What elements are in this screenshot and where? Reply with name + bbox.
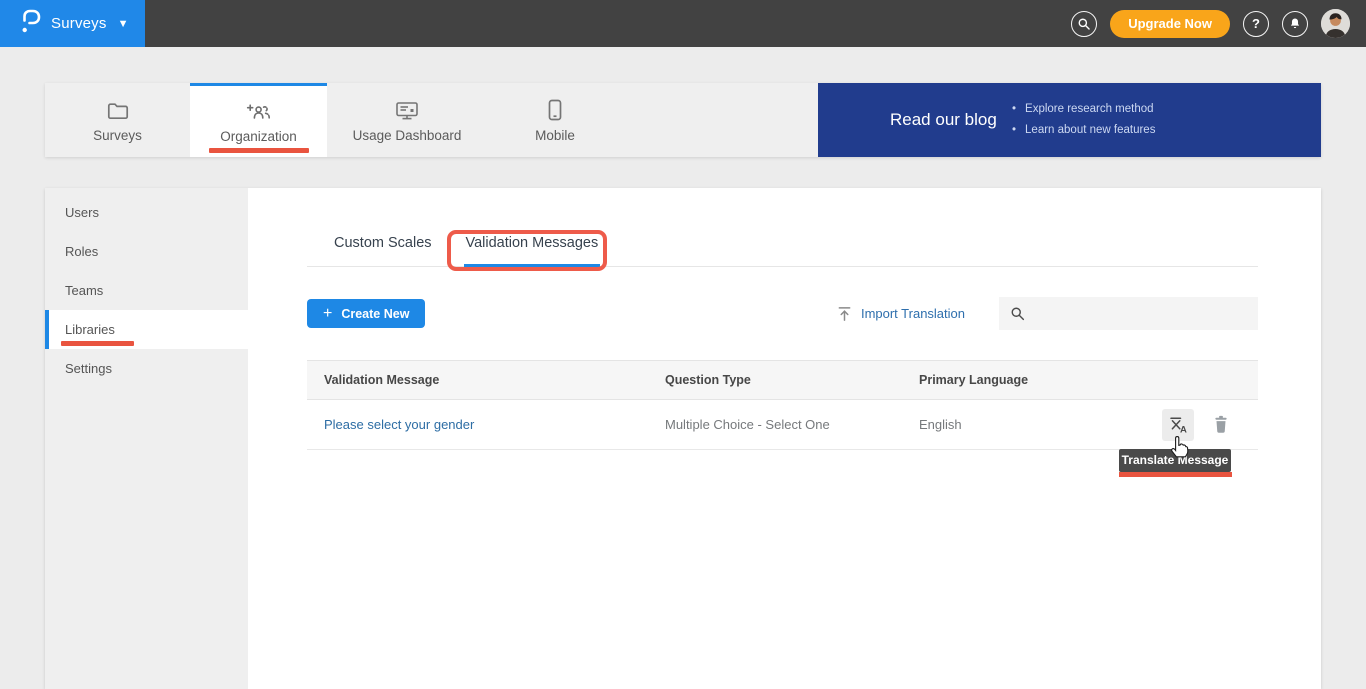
user-avatar[interactable] bbox=[1321, 9, 1350, 38]
import-translation-link[interactable]: Import Translation bbox=[837, 306, 965, 322]
sidebar-item-settings[interactable]: Settings bbox=[45, 349, 248, 388]
table-row: Please select your gender Multiple Choic… bbox=[307, 400, 1258, 450]
annotation-underline-tooltip bbox=[1119, 472, 1232, 477]
banner-bullet: Learn about new features bbox=[1012, 120, 1155, 141]
table-search[interactable] bbox=[999, 297, 1258, 330]
translate-icon: A bbox=[1168, 414, 1189, 435]
questionpro-logo-icon bbox=[20, 8, 42, 40]
import-translation-label: Import Translation bbox=[861, 306, 965, 321]
table-header-row: Validation Message Question Type Primary… bbox=[307, 360, 1258, 400]
nav-tab-mobile[interactable]: Mobile bbox=[487, 83, 623, 157]
tab-validation-messages[interactable]: Validation Messages bbox=[464, 232, 601, 267]
library-tabs: Custom Scales Validation Messages bbox=[307, 232, 1258, 267]
banner-title: Read our blog bbox=[890, 109, 1000, 131]
validation-message-link[interactable]: Please select your gender bbox=[324, 417, 474, 432]
upload-icon bbox=[837, 306, 852, 322]
trash-icon bbox=[1212, 414, 1230, 435]
sidebar-item-label: Libraries bbox=[65, 322, 115, 337]
validation-messages-table: Validation Message Question Type Primary… bbox=[307, 360, 1258, 450]
top-bar: Surveys ▼ Upgrade Now ? bbox=[0, 0, 1366, 47]
mobile-icon bbox=[547, 99, 563, 121]
annotation-underline-libraries bbox=[61, 341, 134, 346]
nav-tab-label: Surveys bbox=[93, 128, 142, 143]
upgrade-now-button[interactable]: Upgrade Now bbox=[1110, 10, 1230, 38]
nav-tab-label: Mobile bbox=[535, 128, 575, 143]
banner-bullet-list: Explore research method Learn about new … bbox=[1012, 99, 1155, 141]
sidebar-item-libraries[interactable]: Libraries bbox=[45, 310, 248, 349]
search-icon bbox=[1077, 17, 1091, 31]
product-switcher[interactable]: Surveys ▼ bbox=[0, 0, 145, 47]
nav-tab-organization[interactable]: Organization bbox=[190, 83, 327, 157]
main-panel: Users Roles Teams Libraries Settings Cus… bbox=[45, 188, 1321, 689]
column-header-validation-message: Validation Message bbox=[307, 373, 665, 387]
settings-sidebar: Users Roles Teams Libraries Settings bbox=[45, 188, 248, 689]
topbar-actions: Upgrade Now ? bbox=[1071, 0, 1366, 47]
blog-promo-banner[interactable]: Read our blog Explore research method Le… bbox=[818, 83, 1321, 157]
sidebar-item-label: Settings bbox=[65, 361, 112, 376]
search-button[interactable] bbox=[1071, 11, 1097, 37]
sidebar-item-label: Roles bbox=[65, 244, 98, 259]
sidebar-item-teams[interactable]: Teams bbox=[45, 271, 248, 310]
dashboard-icon bbox=[394, 99, 420, 121]
question-mark-icon: ? bbox=[1252, 16, 1260, 31]
column-header-question-type: Question Type bbox=[665, 373, 919, 387]
search-icon bbox=[1010, 306, 1025, 321]
sidebar-item-label: Teams bbox=[65, 283, 103, 298]
question-type-cell: Multiple Choice - Select One bbox=[665, 417, 919, 432]
module-nav-strip: Surveys Organization bbox=[45, 83, 1321, 157]
bell-icon bbox=[1288, 16, 1302, 31]
avatar-photo-icon bbox=[1321, 9, 1350, 38]
table-toolbar: + Create New Import Translation bbox=[307, 297, 1258, 330]
search-input[interactable] bbox=[1031, 306, 1231, 321]
tab-custom-scales[interactable]: Custom Scales bbox=[332, 232, 434, 267]
primary-language-cell: English bbox=[919, 417, 1100, 432]
svg-text:A: A bbox=[1180, 425, 1187, 436]
annotation-underline-organization bbox=[209, 148, 309, 153]
libraries-content: Custom Scales Validation Messages + Crea… bbox=[248, 188, 1321, 689]
add-people-icon bbox=[246, 100, 272, 122]
chevron-down-icon: ▼ bbox=[118, 18, 129, 30]
sidebar-item-label: Users bbox=[65, 205, 99, 220]
create-new-label: Create New bbox=[341, 307, 409, 321]
product-name: Surveys bbox=[51, 15, 107, 32]
delete-button[interactable] bbox=[1212, 414, 1230, 435]
nav-tab-label: Usage Dashboard bbox=[353, 128, 462, 143]
nav-tab-usage-dashboard[interactable]: Usage Dashboard bbox=[327, 83, 487, 157]
create-new-button[interactable]: + Create New bbox=[307, 299, 425, 328]
help-button[interactable]: ? bbox=[1243, 11, 1269, 37]
nav-tab-surveys[interactable]: Surveys bbox=[45, 83, 190, 157]
plus-icon: + bbox=[323, 306, 332, 322]
column-header-primary-language: Primary Language bbox=[919, 373, 1100, 387]
sidebar-item-roles[interactable]: Roles bbox=[45, 232, 248, 271]
nav-tab-label: Organization bbox=[220, 129, 297, 144]
banner-bullet: Explore research method bbox=[1012, 99, 1155, 120]
folder-icon bbox=[106, 99, 130, 121]
sidebar-item-users[interactable]: Users bbox=[45, 193, 248, 232]
mouse-cursor-hand-icon bbox=[1169, 435, 1189, 464]
notifications-button[interactable] bbox=[1282, 11, 1308, 37]
